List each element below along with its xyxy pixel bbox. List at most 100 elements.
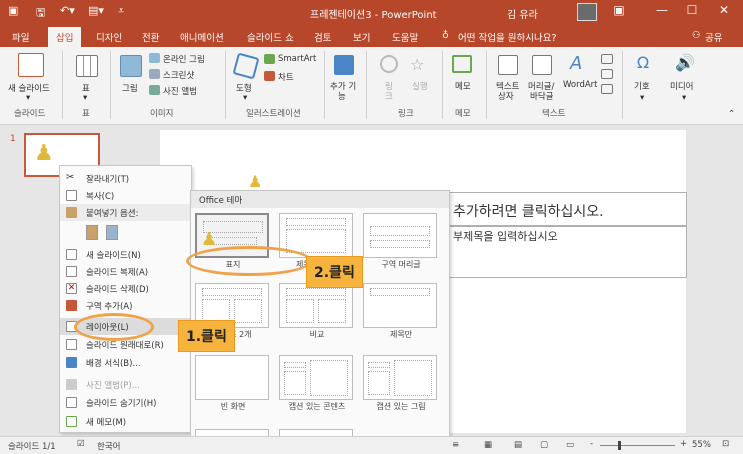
media-button[interactable]: 미디어 — [670, 80, 693, 92]
object-icon[interactable] — [601, 84, 613, 94]
menu-item-new-slide[interactable]: 새 슬라이드(N) — [60, 246, 191, 263]
photo-album-button[interactable]: 사진 앨범 — [163, 85, 197, 97]
tab-review[interactable]: 검토 — [314, 30, 331, 44]
minimize-icon[interactable]: — — [650, 3, 674, 17]
textbox-button-line2[interactable]: 상자 — [498, 90, 514, 102]
textbox-icon[interactable] — [498, 55, 518, 75]
omega-icon[interactable]: Ω — [632, 53, 654, 75]
layout-title-only[interactable] — [363, 283, 437, 328]
addins-button-line2[interactable]: 능 — [338, 90, 346, 102]
user-name[interactable]: 김 유라 — [507, 6, 538, 21]
comment-button[interactable]: 메모 — [455, 80, 471, 92]
online-picture-button[interactable]: 온라인 그림 — [163, 53, 205, 65]
tab-view[interactable]: 보기 — [353, 30, 370, 44]
tab-help[interactable]: 도움말 — [392, 30, 418, 44]
tab-transitions[interactable]: 전환 — [142, 30, 159, 44]
zoom-slider-thumb[interactable] — [618, 441, 621, 450]
close-icon[interactable]: ✕ — [712, 3, 736, 17]
spellcheck-icon[interactable]: ☑ — [77, 439, 85, 449]
header-footer-icon[interactable] — [532, 55, 552, 75]
speaker-icon[interactable]: 🔊 — [674, 53, 696, 75]
share-icon[interactable]: ⚇ — [692, 30, 701, 41]
undo-icon[interactable]: ↶▾ — [60, 4, 75, 17]
menu-item-duplicate-slide[interactable]: 슬라이드 복제(A) — [60, 263, 191, 280]
layout-content-caption[interactable] — [279, 355, 353, 400]
picture-button[interactable]: 그림 — [122, 82, 138, 94]
chevron-down-icon[interactable]: ▾ — [682, 93, 686, 103]
chevron-down-icon[interactable]: ▾ — [243, 93, 247, 103]
chevron-down-icon[interactable]: ▾ — [26, 93, 30, 103]
menu-item-cut[interactable]: ✂ 잘라내기(T) — [60, 170, 191, 187]
layout-placeholder — [286, 218, 346, 226]
slide-sorter-icon[interactable]: ▤ — [514, 440, 522, 450]
picture-icon[interactable] — [120, 55, 142, 77]
chevron-down-icon[interactable]: ▾ — [640, 93, 644, 103]
layout-comparison[interactable] — [279, 283, 353, 328]
date-time-icon[interactable] — [601, 54, 613, 64]
subtitle-placeholder[interactable]: 부제목을 입력하십시오 — [447, 226, 687, 278]
submenu-header: Office 테마 — [191, 191, 449, 208]
ribbon-display-icon[interactable]: ▣ — [607, 3, 631, 17]
screenshot-button[interactable]: 스크린샷 — [163, 69, 194, 81]
menu-item-delete-slide[interactable]: ✕ 슬라이드 삭제(D) — [60, 280, 191, 297]
comment-icon[interactable] — [452, 55, 472, 73]
smartart-icon — [264, 54, 275, 64]
layout-label: 비교 — [309, 330, 325, 339]
qat-dropdown-icon[interactable]: ⩡ — [118, 4, 124, 18]
smartart-button[interactable]: SmartArt — [278, 54, 316, 64]
menu-item-new-comment[interactable]: 새 메모(M) — [60, 413, 191, 430]
layout-placeholder — [234, 299, 262, 323]
shapes-icon[interactable] — [232, 52, 260, 80]
paste-picture-icon[interactable] — [106, 225, 118, 240]
notes-button[interactable]: ≡ — [452, 440, 459, 450]
menu-item-add-section[interactable]: 구역 추가(A) — [60, 297, 191, 314]
layout-blank[interactable] — [195, 355, 269, 400]
zoom-level[interactable]: 55% — [692, 440, 711, 450]
new-slide-icon[interactable] — [18, 53, 44, 77]
step2-callout: 2.클릭 — [306, 256, 363, 288]
reading-view-icon[interactable]: ▢ — [540, 440, 548, 450]
save-icon[interactable]: 🖫 — [36, 4, 45, 23]
cut-icon: ✂ — [66, 172, 75, 183]
normal-view-icon[interactable]: ▦ — [484, 440, 492, 450]
menu-item-copy[interactable]: 복사(C) — [60, 187, 191, 204]
slide-number-icon[interactable] — [601, 69, 613, 79]
menu-item-hide-slide[interactable]: 슬라이드 숨기기(H) — [60, 394, 191, 411]
tab-file[interactable]: 파일 — [12, 30, 29, 44]
tab-animations[interactable]: 애니메이션 — [180, 30, 224, 44]
app-logo-icon: ▣ — [8, 4, 19, 17]
layout-section-header[interactable] — [363, 213, 437, 258]
group-text-label: 텍스트 — [542, 109, 566, 119]
avatar[interactable] — [577, 3, 597, 21]
collapse-ribbon-icon[interactable]: ⌃ — [728, 109, 735, 119]
paste-keep-icon[interactable] — [86, 225, 98, 240]
menu-item-label: 복사(C) — [86, 192, 115, 202]
mascot-icon: ♟ — [248, 172, 263, 191]
zoom-out-button[interactable]: - — [590, 439, 593, 449]
step1-callout: 1.클릭 — [178, 320, 235, 352]
maximize-icon[interactable]: ☐ — [680, 3, 704, 17]
slideshow-view-icon[interactable]: ▭ — [566, 440, 574, 450]
tab-design[interactable]: 디자인 — [96, 30, 122, 44]
fit-to-window-icon[interactable]: ⊡ — [722, 439, 729, 449]
table-icon[interactable] — [76, 55, 98, 77]
zoom-in-button[interactable]: + — [680, 439, 687, 449]
header-footer-button-line2[interactable]: 바닥글 — [530, 90, 553, 102]
wordart-icon[interactable]: A — [570, 53, 590, 75]
chevron-down-icon[interactable]: ▾ — [83, 93, 87, 103]
chart-button[interactable]: 차트 — [278, 71, 294, 83]
menu-item-format-background[interactable]: 배경 서식(B)... — [60, 354, 191, 371]
symbols-button[interactable]: 기호 — [634, 80, 650, 92]
tab-slideshow[interactable]: 슬라이드 쇼 — [247, 30, 294, 44]
wordart-button[interactable]: WordArt — [563, 80, 598, 90]
layout-picture-caption[interactable] — [363, 355, 437, 400]
action-icon: ☆ — [410, 55, 425, 74]
tab-insert[interactable]: 삽입 — [48, 27, 82, 47]
share-button[interactable]: 공유 — [705, 30, 722, 44]
tell-me-box[interactable]: 어떤 작업을 원하시나요? — [458, 30, 556, 44]
zoom-slider[interactable] — [600, 445, 675, 446]
language-indicator[interactable]: 한국어 — [97, 440, 120, 452]
addins-icon[interactable] — [334, 55, 354, 75]
title-placeholder[interactable]: 추가하려면 클릭하십시오. — [447, 192, 687, 226]
customize-icon[interactable]: ▤▾ — [88, 4, 104, 17]
